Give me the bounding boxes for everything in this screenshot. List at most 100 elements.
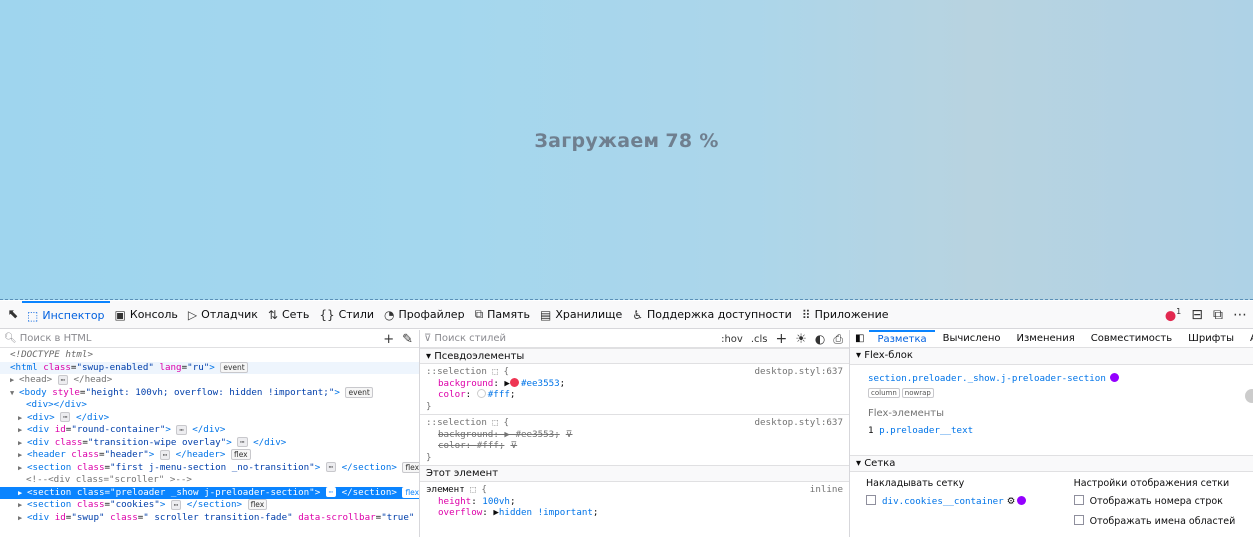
flexbox-header[interactable]: ▾ Flex-блок [850, 348, 1253, 365]
hov-toggle[interactable]: :hov [721, 334, 743, 345]
tab-accessibility[interactable]: ♿ Поддержка доступности [627, 301, 797, 329]
tab-styles[interactable]: {} Стили [314, 301, 379, 329]
add-rule-icon[interactable]: + [776, 331, 788, 347]
css-declaration[interactable]: background: ▶ #ee3553; [426, 377, 843, 390]
grid-overlay-item[interactable]: div.cookies__container ⚙ [866, 495, 1074, 507]
tree-node[interactable]: ▶ <header class="header"> ⋯ </header> fle… [0, 449, 419, 462]
flexbox-section: section.preloader._show.j-preloader-sect… [850, 365, 1253, 455]
tab-network[interactable]: ⇅ Сеть [263, 301, 314, 329]
css-declaration[interactable]: color: #fff; [426, 389, 843, 401]
flex-highlight-toggle[interactable] [1109, 373, 1119, 382]
tab-animations[interactable]: Аним [1242, 330, 1253, 347]
tab-memory[interactable]: ⧉ Память [470, 301, 535, 329]
tree-node[interactable]: ▼ <body style="height: 100vh; overflow: h… [0, 386, 419, 400]
eyedropper-icon[interactable]: ✎ [402, 332, 413, 347]
tab-label: Сеть [281, 308, 310, 321]
devtools-toolbar: ⬉ ⬚ Инспектор ▣ Консоль ▷ Отладчик ⇅ Сеть {}… [0, 300, 1253, 329]
flex-item-selector: p.preloader__text [879, 425, 974, 436]
tree-node[interactable]: ▶ <head> ⋯ </head> [0, 374, 419, 387]
add-node-icon[interactable]: + [383, 332, 394, 347]
css-declaration[interactable]: overflow: ▶hidden !important; [426, 507, 843, 519]
pseudo-elements-header[interactable]: ▾ Псевдоэлементы [420, 348, 849, 364]
cls-toggle[interactable]: .cls [751, 334, 768, 345]
tree-node[interactable]: <div></div> [0, 399, 419, 412]
tab-changes[interactable]: Изменения [1009, 330, 1083, 347]
accessibility-icon: ♿ [632, 307, 643, 322]
element-picker-icon[interactable]: ⬉ [4, 306, 22, 324]
tab-fonts[interactable]: Шрифты [1180, 330, 1242, 347]
html-search-input[interactable]: Поиск в HTML [20, 333, 92, 344]
filter-icon[interactable]: ⊽ [510, 440, 517, 451]
color-swatch[interactable] [476, 389, 486, 398]
css-declaration-overridden[interactable]: color: #fff; ⊽ [426, 440, 843, 452]
color-swatch[interactable] [509, 377, 519, 387]
tab-label: Память [487, 308, 530, 321]
tree-node[interactable]: ▶ <div> ⋯ </div> [0, 412, 419, 425]
css-declaration-overridden[interactable]: background: ▶ #ee3553; ⊽ [426, 429, 843, 441]
tree-node[interactable]: <!DOCTYPE html> [0, 349, 419, 362]
section-title: Flex-блок [864, 350, 913, 361]
gear-icon[interactable]: ⚙ [1007, 496, 1016, 507]
tree-node-selected[interactable]: ▶ <section class="preloader _show j-prelo… [0, 486, 419, 499]
tab-label: Приложение [814, 308, 889, 321]
layout-panel: ◧ Разметка Вычислено Изменения Совместим… [850, 330, 1253, 537]
tab-application[interactable]: ⠿ Приложение [797, 301, 894, 329]
html-search[interactable]: 🔍︎ Поиск в HTML + ✎ [0, 330, 419, 348]
tab-computed[interactable]: Вычислено [935, 330, 1009, 347]
tree-node[interactable]: <!--<div class="scroller" >--> [0, 474, 419, 487]
tab-inspector[interactable]: ⬚ Инспектор [22, 300, 110, 329]
tree-node[interactable]: ▶ <div id="swup" class=" scroller transit… [0, 512, 419, 525]
grid-setting[interactable]: Отображать имена областей [1073, 515, 1237, 527]
styles-search-input[interactable]: Поиск стилей [434, 333, 506, 344]
more-options-icon[interactable]: ⋯ [1233, 307, 1247, 323]
filter-icon: ⊽ [424, 333, 432, 344]
tree-node[interactable]: ▶ <section class="first j-menu-section _n… [0, 461, 419, 475]
toolbar-right: ●1 ⊟ ⧉ ⋯ [1165, 301, 1247, 329]
grid-header[interactable]: ▾ Сетка [850, 455, 1253, 472]
grid-overlay-checkbox[interactable] [866, 495, 876, 505]
css-rule: ::selection ⬚ { desktop.styl:637 backgro… [420, 364, 849, 415]
light-theme-icon[interactable]: ☀ [795, 332, 807, 347]
flex-container-selector[interactable]: section.preloader._show.j-preloader-sect… [868, 373, 1235, 384]
line-numbers-checkbox[interactable] [1073, 495, 1084, 505]
flex-item-index: 1 [868, 425, 874, 436]
rule-source-link[interactable]: desktop.styl:637 [754, 417, 843, 429]
tab-label: Консоль [129, 308, 178, 321]
tab-debugger[interactable]: ▷ Отладчик [183, 301, 263, 329]
tab-compatibility[interactable]: Совместимость [1083, 330, 1180, 347]
toggle-sidebar-icon[interactable]: ◧ [850, 330, 869, 347]
flex-overlay-toggle[interactable] [1245, 389, 1253, 403]
css-declaration[interactable]: height: 100vh; [426, 496, 843, 508]
tab-profiler[interactable]: ◔ Профайлер [379, 301, 470, 329]
tree-node[interactable]: <html class="swup-enabled" lang="ru"> ev… [0, 361, 419, 374]
overlay-grid-title: Накладывать сетку [866, 478, 965, 489]
preloader-text: Загружаем 78 % [0, 130, 1253, 152]
tab-label: Стили [338, 308, 375, 321]
error-indicator[interactable]: ●1 [1165, 307, 1181, 323]
flex-item[interactable]: 1 p.preloader__text [868, 425, 1235, 436]
tab-label: Профайлер [398, 308, 465, 321]
grid-setting[interactable]: Отображать номера строк [1073, 495, 1237, 507]
tab-label: Поддержка доступности [647, 308, 792, 321]
tree-node[interactable]: ▶ <section class="cookies"> ⋯ </section> … [0, 499, 419, 512]
tab-storage[interactable]: ▤ Хранилище [535, 301, 627, 329]
area-names-checkbox[interactable] [1073, 515, 1084, 525]
filter-icon[interactable]: ⊽ [566, 429, 573, 440]
print-media-icon[interactable]: ⎙ [833, 332, 843, 347]
tab-console[interactable]: ▣ Консоль [110, 301, 183, 329]
rule-selector: элемент [426, 484, 465, 495]
separate-window-icon[interactable]: ⧉ [1213, 307, 1223, 323]
selector-text: section.preloader._show.j-preloader-sect… [868, 373, 1106, 384]
dark-theme-icon[interactable]: ◐ [815, 332, 825, 346]
grid-selector: div.cookies__container [882, 496, 1004, 507]
page-viewport: Загружаем 78 % [0, 0, 1253, 300]
dock-icon[interactable]: ⊟ [1191, 307, 1203, 323]
styles-search[interactable]: ⊽ Поиск стилей :hov .cls + ☀ ◐ ⎙ [420, 330, 849, 348]
grid-color-swatch[interactable] [1017, 496, 1027, 505]
tree-node[interactable]: ▶ <div class="transition-wipe overlay"> ⋯… [0, 437, 419, 450]
tree-node[interactable]: ▶ <div id="round-container"> ⋯ </div> [0, 424, 419, 437]
tab-label: Отладчик [201, 308, 258, 321]
tab-layout[interactable]: Разметка [869, 330, 935, 347]
rule-source: inline [809, 484, 843, 495]
rule-source-link[interactable]: desktop.styl:637 [754, 366, 843, 378]
